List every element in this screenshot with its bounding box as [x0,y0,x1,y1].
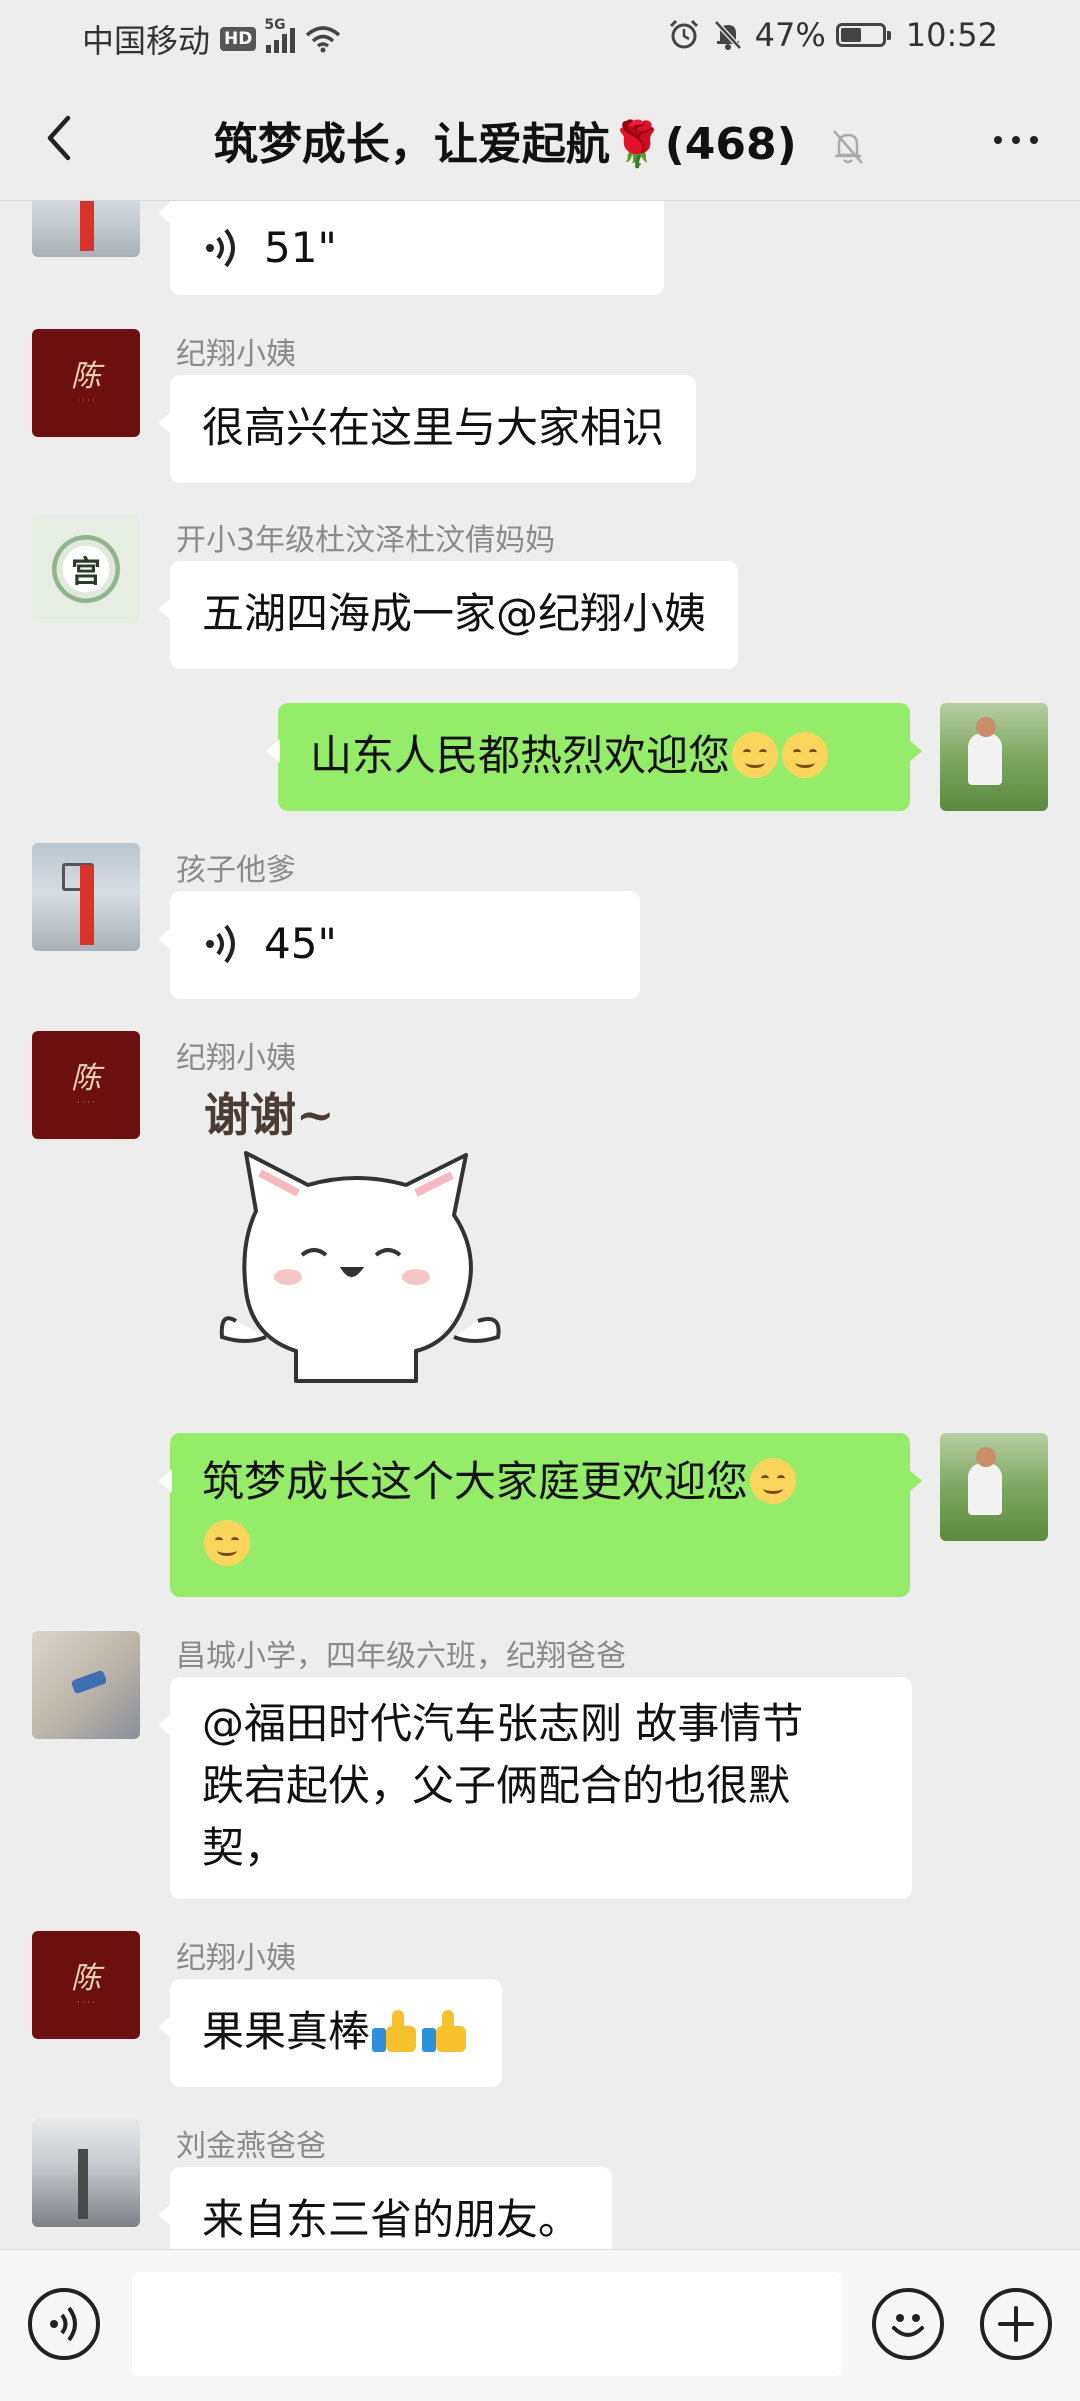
avatar[interactable] [32,1631,140,1739]
avatar[interactable] [32,2119,140,2227]
message-bubble[interactable]: @福田时代汽车张志刚 故事情节 跌宕起伏，父子俩配合的也很默 契， [158,1677,912,1899]
network-type-label: 5G [264,17,286,33]
sender-name: 开小3年级杜汶泽杜汶倩妈妈 [176,523,556,558]
message-text-line: 跌宕起伏，父子俩配合的也很默 [202,1761,791,1810]
message-bubble[interactable]: 筑梦成长这个大家庭更欢迎您 [158,1433,922,1597]
voice-message-bubble[interactable]: 45" [158,891,640,999]
message-text: 果果真棒 [202,2007,371,2056]
sender-name: 孩子他爹 [176,853,296,888]
sticker-caption: 谢谢~ [204,1088,335,1142]
input-bar [0,2249,1080,2401]
silent-bell-icon [713,20,742,50]
message-text: 山东人民都热烈欢迎您 [310,731,731,780]
sender-name: 纪翔小姨 [176,1941,296,1976]
sender-name: 昌城小学，四年级六班，纪翔爸爸 [176,1639,626,1674]
more-icon [994,136,1002,144]
sender-name: 纪翔小姨 [176,337,296,372]
sticker-message[interactable]: 谢谢~ [196,1079,516,1399]
more-button[interactable] [980,112,1052,168]
chat-header: 筑梦成长，让爱起航🌹(468) [0,76,1080,201]
message-text-line: @福田时代汽车张志刚 故事情节 [202,1699,804,1748]
wifi-icon [306,26,341,53]
voice-icon [206,924,235,964]
smile-emoji-icon [782,732,829,778]
mute-bell-icon [833,130,864,164]
smile-emoji-icon [204,1520,250,1566]
avatar[interactable]: 陈 · · · · [32,329,140,437]
avatar[interactable]: 宫 [32,515,140,623]
voice-duration: 45" [264,919,337,968]
message-bubble[interactable]: 果果真棒 [157,1979,503,2087]
my-avatar[interactable] [940,703,1048,811]
message-bubble[interactable]: 山东人民都热烈欢迎您 [266,703,922,811]
thumbs-up-icon [372,2008,418,2054]
thumbs-up-icon [422,2008,468,2054]
chat-title[interactable]: 筑梦成长，让爱起航🌹(468) [214,119,797,170]
battery-icon [835,23,891,47]
emoji-button[interactable] [872,2288,944,2360]
hd-badge: HD [220,27,257,51]
message-text: 很高兴在这里与大家相识 [202,403,665,452]
message-text: 筑梦成长这个大家庭更欢迎您 [202,1457,749,1506]
battery-percent: 47% [754,16,826,54]
clock: 10:52 [905,16,998,54]
cat-sticker-icon [219,1151,501,1383]
message-text: 五湖四海成一家@纪翔小姨 [202,589,707,638]
voice-input-icon [50,2306,77,2342]
avatar[interactable]: 陈 · · · · [32,1031,140,1139]
voice-duration: 51" [264,223,337,272]
message-bubble[interactable]: 很高兴在这里与大家相识 [157,375,697,483]
voice-message-bubble[interactable]: 51" [158,201,664,295]
status-bar: 中国移动 HD 5G 47% 10:52 [0,0,1080,76]
message-input[interactable] [132,2272,842,2376]
voice-input-button[interactable] [28,2288,100,2360]
message-bubble[interactable]: 五湖四海成一家@纪翔小姨 [157,561,739,669]
voice-icon [206,228,235,268]
avatar[interactable] [32,201,140,257]
signal-icon: 5G [264,17,296,53]
sender-name: 刘金燕爸爸 [176,2129,326,2164]
plus-icon [998,2306,1034,2342]
smile-emoji-icon [732,732,779,778]
sender-name: 纪翔小姨 [176,1041,296,1076]
my-avatar[interactable] [940,1433,1048,1541]
plus-button[interactable] [980,2288,1052,2360]
avatar[interactable] [32,843,140,951]
message-text: 来自东三省的朋友。 [202,2195,581,2244]
avatar[interactable]: 陈 · · · · [32,1931,140,2039]
carrier-label: 中国移动 [82,22,211,60]
message-text-line: 契， [202,1823,287,1872]
alarm-icon [669,19,698,49]
message-bubble[interactable]: 来自东三省的朋友。 [157,2167,613,2249]
emoji-icon [892,2314,924,2337]
smile-emoji-icon [750,1458,797,1504]
message-list[interactable]: 51" 陈 · · · · 纪翔小姨 很高兴在这里与大家相识 宫 开小3年级杜汶泽… [0,201,1080,2249]
